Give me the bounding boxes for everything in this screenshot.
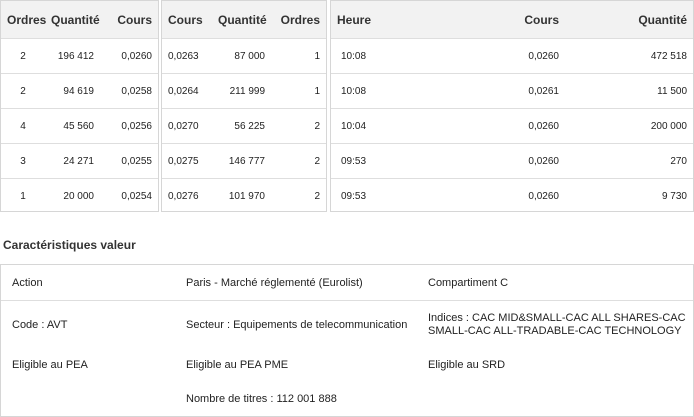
trade-quantity: 472 518 (565, 38, 693, 74)
bid-orders: 2 (1, 38, 45, 74)
table-row: 1 20 000 0,0254 (1, 178, 158, 213)
table-row: 2 196 412 0,0260 (1, 38, 158, 74)
trade-time: 09:53 (331, 143, 441, 179)
compartment: Compartiment C (428, 277, 509, 289)
table-row: 10:08 0,0261 11 500 (331, 73, 693, 109)
trade-price: 0,0261 (441, 73, 565, 109)
table-row: 0,0264 211 999 1 (162, 73, 326, 109)
ask-price: 0,0276 (162, 178, 212, 213)
trade-quantity: 200 000 (565, 108, 693, 144)
characteristics-divider (1, 300, 693, 301)
trade-price: 0,0260 (441, 178, 565, 213)
bid-quantity: 24 271 (45, 143, 100, 179)
bid-price: 0,0260 (100, 38, 158, 74)
bid-quantity: 45 560 (45, 108, 100, 144)
table-row: 09:53 0,0260 270 (331, 143, 693, 179)
market-name: Paris - Marché réglementé (Eurolist) (186, 277, 363, 289)
trades-table: Heure Cours Quantité 10:08 0,0260 472 51… (331, 1, 693, 213)
bid-header-row: Ordres Quantité Cours (1, 1, 158, 39)
trades-header-price: Cours (441, 1, 565, 39)
bid-order-book: Ordres Quantité Cours 2 196 412 0,0260 2… (0, 0, 159, 213)
trade-time: 09:53 (331, 178, 441, 213)
trade-quantity: 270 (565, 143, 693, 179)
ask-orders: 1 (271, 73, 326, 109)
bid-quantity: 20 000 (45, 178, 100, 213)
ask-quantity: 101 970 (212, 178, 271, 213)
trade-quantity: 11 500 (565, 73, 693, 109)
bid-orders: 4 (1, 108, 45, 144)
bid-orders: 3 (1, 143, 45, 179)
trade-quantity: 9 730 (565, 178, 693, 213)
trades-header-row: Heure Cours Quantité (331, 1, 693, 39)
bid-orders: 2 (1, 73, 45, 109)
ask-quantity: 87 000 (212, 38, 271, 74)
indices-line-1: Indices : CAC MID&SMALL-CAC ALL SHARES-C… (428, 312, 686, 324)
ask-orders: 1 (271, 38, 326, 74)
table-row: 10:08 0,0260 472 518 (331, 38, 693, 74)
table-row: 4 45 560 0,0256 (1, 108, 158, 144)
trade-price: 0,0260 (441, 143, 565, 179)
bid-price: 0,0255 (100, 143, 158, 179)
ask-price: 0,0275 (162, 143, 212, 179)
trade-time: 10:08 (331, 73, 441, 109)
ask-orders: 2 (271, 108, 326, 144)
pea-eligibility: Eligible au PEA (12, 359, 88, 371)
bid-quantity: 94 619 (45, 73, 100, 109)
indices-line-2: SMALL-CAC ALL-TRADABLE-CAC TECHNOLOGY (428, 325, 682, 337)
table-row: 10:04 0,0260 200 000 (331, 108, 693, 144)
bid-header-orders: Ordres (1, 1, 46, 39)
bid-header-quantity: Quantité (45, 1, 100, 39)
characteristics-title: Caractéristiques valeur (3, 238, 136, 252)
security-code: Code : AVT (12, 319, 68, 331)
bid-price: 0,0258 (100, 73, 158, 109)
last-trades: Heure Cours Quantité 10:08 0,0260 472 51… (330, 0, 694, 213)
table-row: 0,0270 56 225 2 (162, 108, 326, 144)
ask-header-quantity: Quantité (212, 1, 271, 39)
bid-header-price: Cours (100, 1, 158, 39)
table-row: 3 24 271 0,0255 (1, 143, 158, 179)
ask-quantity: 146 777 (212, 143, 271, 179)
ask-header-row: Cours Quantité Ordres (162, 1, 326, 39)
ask-table: Cours Quantité Ordres 0,0263 87 000 1 0,… (162, 1, 326, 213)
ask-price: 0,0263 (162, 38, 212, 74)
bid-price: 0,0256 (100, 108, 158, 144)
ask-orders: 2 (271, 178, 326, 213)
bid-quantity: 196 412 (45, 38, 100, 74)
ask-quantity: 56 225 (212, 108, 271, 144)
table-row: 2 94 619 0,0258 (1, 73, 158, 109)
bid-price: 0,0254 (100, 178, 158, 213)
ask-header-orders: Ordres (271, 1, 326, 39)
ask-quantity: 211 999 (212, 73, 271, 109)
table-row: 0,0276 101 970 2 (162, 178, 326, 213)
trades-header-quantity: Quantité (565, 1, 693, 39)
trade-time: 10:08 (331, 38, 441, 74)
ask-order-book: Cours Quantité Ordres 0,0263 87 000 1 0,… (161, 0, 327, 213)
security-type: Action (12, 277, 43, 289)
ask-orders: 2 (271, 143, 326, 179)
ask-header-price: Cours (162, 1, 212, 39)
srd-eligibility: Eligible au SRD (428, 359, 506, 371)
table-row: 0,0263 87 000 1 (162, 38, 326, 74)
trade-time: 10:04 (331, 108, 441, 144)
ask-price: 0,0270 (162, 108, 212, 144)
trades-header-time: Heure (331, 1, 441, 39)
characteristics-panel: Action Paris - Marché réglementé (Euroli… (0, 264, 694, 417)
bid-orders: 1 (1, 178, 45, 213)
sector: Secteur : Equipements de telecommunicati… (186, 319, 408, 331)
ask-price: 0,0264 (162, 73, 212, 109)
pea-pme-eligibility: Eligible au PEA PME (186, 359, 289, 371)
trade-price: 0,0260 (441, 108, 565, 144)
table-row: 0,0275 146 777 2 (162, 143, 326, 179)
table-row: 09:53 0,0260 9 730 (331, 178, 693, 213)
shares-count: Nombre de titres : 112 001 888 (186, 393, 337, 405)
bid-table: Ordres Quantité Cours 2 196 412 0,0260 2… (1, 1, 158, 213)
trade-price: 0,0260 (441, 38, 565, 74)
